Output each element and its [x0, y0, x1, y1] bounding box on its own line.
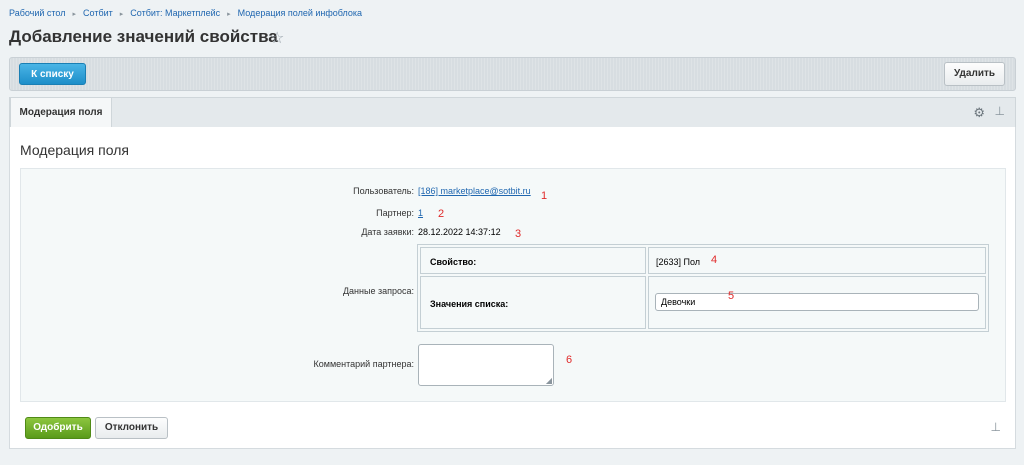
form-area: Пользователь: [186] marketplace@sotbit.r… — [20, 168, 1006, 402]
property-label: Свойство: — [430, 257, 477, 267]
back-to-list-label: К списку — [31, 69, 74, 80]
table-cell: Значения списка: — [420, 276, 646, 329]
partner-label: Партнер: — [376, 208, 414, 218]
partner-comment-label: Комментарий партнера: — [313, 359, 414, 369]
breadcrumb-separator: ▸ — [227, 11, 231, 18]
table-cell: 5 — [648, 276, 986, 329]
tab-bar: Модерация поля ⚙ ⊥ — [9, 97, 1016, 128]
breadcrumb-item-moderation[interactable]: Модерация полей инфоблока — [238, 8, 362, 18]
list-value-input[interactable] — [655, 293, 979, 311]
delete-button[interactable]: Удалить — [944, 62, 1005, 86]
tab-content-panel: Модерация поля Пользователь: [186] marke… — [9, 127, 1016, 449]
approve-button[interactable]: Одобрить — [25, 417, 91, 439]
annotation-marker-3: 3 — [515, 228, 522, 240]
breadcrumb: Рабочий стол ▸ Сотбит ▸ Сотбит: Маркетплейс ▸… — [9, 8, 362, 18]
annotation-marker-5: 5 — [728, 290, 735, 302]
pin-icon[interactable]: ⊥ — [991, 420, 1001, 434]
property-value: [2633] Пол — [656, 257, 701, 267]
annotation-marker-6: 6 — [566, 354, 573, 366]
partner-comment-textarea[interactable]: ◢ — [418, 344, 554, 386]
date-value: 28.12.2022 14:37:12 — [418, 227, 501, 237]
annotation-marker-1: 1 — [541, 190, 548, 202]
page-title: Добавление значений свойства — [9, 27, 278, 46]
request-data-label: Данные запроса: — [342, 286, 414, 296]
breadcrumb-item-desktop[interactable]: Рабочий стол — [9, 8, 66, 18]
pin-icon[interactable]: ⊥ — [995, 104, 1005, 118]
date-label: Дата заявки: — [361, 227, 414, 237]
section-title: Модерация поля — [20, 142, 129, 158]
breadcrumb-separator: ▸ — [72, 11, 77, 18]
table-cell: [2633] Пол 4 — [648, 247, 986, 274]
reject-button[interactable]: Отклонить — [95, 417, 168, 439]
back-to-list-button[interactable]: К списку — [19, 63, 86, 85]
breadcrumb-item-sotbit[interactable]: Сотбит — [83, 8, 113, 18]
request-data-table: Свойство: [2633] Пол 4 Значения списка: … — [417, 244, 989, 332]
partner-link[interactable]: 1 — [418, 208, 423, 218]
list-values-label: Значения списка: — [430, 299, 509, 309]
resize-handle-icon[interactable]: ◢ — [546, 376, 552, 385]
tab-field-moderation[interactable]: Модерация поля — [10, 97, 112, 128]
user-link[interactable]: [186] marketplace@sotbit.ru — [418, 186, 531, 196]
breadcrumb-separator: ▸ — [119, 11, 124, 18]
annotation-marker-2: 2 — [438, 208, 445, 220]
favorite-star-icon[interactable]: ☆ — [270, 28, 284, 48]
annotation-marker-4: 4 — [711, 254, 718, 266]
user-label: Пользователь: — [353, 186, 414, 196]
table-cell: Свойство: — [420, 247, 646, 274]
toolbar: К списку Удалить — [9, 57, 1016, 91]
breadcrumb-item-marketplace[interactable]: Сотбит: Маркетплейс — [130, 8, 220, 18]
gear-icon[interactable]: ⚙ — [973, 105, 985, 121]
